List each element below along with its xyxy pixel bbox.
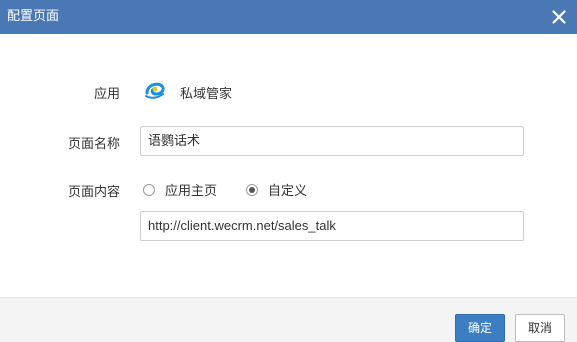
close-button[interactable] bbox=[547, 5, 571, 29]
dialog-title: 配置页面 bbox=[7, 9, 60, 24]
radio-app-home[interactable]: 应用主页 bbox=[143, 180, 217, 199]
cancel-button[interactable]: 取消 bbox=[515, 314, 565, 342]
app-logo-icon bbox=[145, 82, 165, 99]
app-label: 应用 bbox=[93, 87, 120, 102]
dialog-titlebar: 配置页面 bbox=[0, 0, 577, 34]
dialog-body bbox=[0, 34, 577, 297]
confirm-button[interactable]: 确定 bbox=[455, 314, 505, 342]
page-name-input[interactable]: 语鹦话术 bbox=[140, 126, 524, 156]
radio-app-home-indicator[interactable] bbox=[143, 183, 155, 196]
custom-url-input[interactable]: http://client.wecrm.net/sales_talk bbox=[140, 211, 524, 241]
page-name-label: 页面名称 bbox=[67, 137, 120, 152]
config-page-dialog: 配置页面 应用 私域管家 页面名称 语鹦话术 页面内容 应用主页 自定义 htt… bbox=[0, 0, 577, 342]
radio-custom[interactable]: 自定义 bbox=[246, 180, 307, 199]
radio-app-home-label: 应用主页 bbox=[165, 184, 218, 199]
dialog-footer: 确定 取消 bbox=[0, 297, 577, 342]
app-name: 私域管家 bbox=[180, 87, 233, 102]
radio-custom-indicator[interactable] bbox=[246, 183, 258, 196]
radio-custom-label: 自定义 bbox=[268, 184, 308, 199]
close-icon bbox=[552, 10, 566, 24]
page-content-label: 页面内容 bbox=[67, 185, 120, 200]
